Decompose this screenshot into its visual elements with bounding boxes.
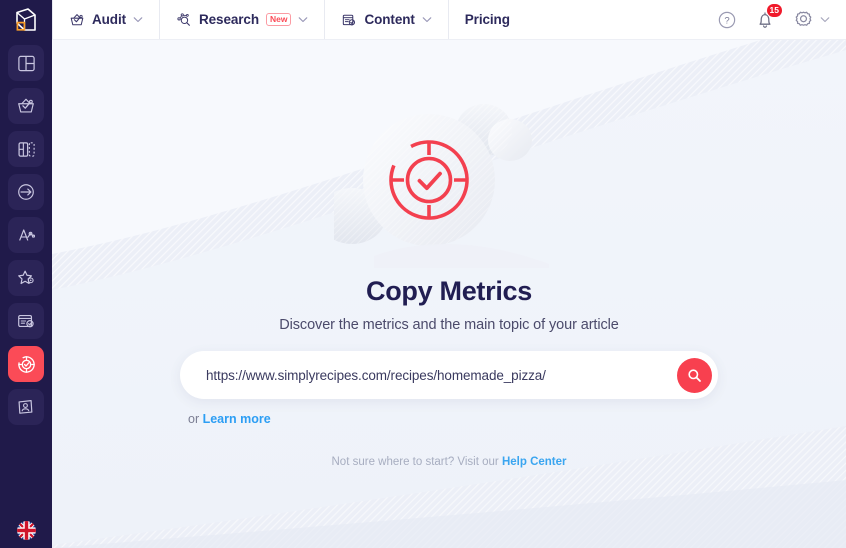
url-search-bar bbox=[180, 351, 718, 399]
sidebar-item-audit[interactable] bbox=[8, 88, 44, 124]
learn-more-link[interactable]: Learn more bbox=[203, 412, 271, 426]
grid-layout-icon bbox=[17, 55, 35, 71]
chevron-down-icon bbox=[133, 17, 143, 23]
main-region: Audit Research New Content Pricing ? 15 … bbox=[52, 0, 846, 548]
top-navbar: Audit Research New Content Pricing ? 15 bbox=[52, 0, 846, 40]
basket-check-icon bbox=[70, 13, 84, 25]
basket-check-icon bbox=[18, 98, 34, 113]
columns-icon bbox=[17, 141, 35, 157]
settings-button[interactable] bbox=[793, 9, 830, 30]
sidebar-item-content-editor[interactable] bbox=[8, 303, 44, 339]
learn-more-row: or Learn more bbox=[180, 412, 718, 426]
nav-label-pricing: Pricing bbox=[464, 12, 510, 27]
article-check-icon bbox=[18, 314, 34, 328]
logo-cube-icon bbox=[16, 8, 36, 31]
target-check-icon bbox=[17, 355, 35, 373]
or-label: or bbox=[188, 412, 203, 426]
hero-illustration bbox=[334, 88, 564, 268]
sidebar-item-backlinks[interactable] bbox=[8, 174, 44, 210]
help-note-text: Not sure where to start? Visit our bbox=[331, 456, 502, 468]
help-button[interactable]: ? bbox=[717, 10, 737, 30]
badge-new: New bbox=[266, 13, 292, 26]
star-gear-icon bbox=[18, 270, 34, 285]
search-submit-button[interactable] bbox=[677, 357, 712, 393]
gear-icon bbox=[795, 11, 812, 26]
help-center-note: Not sure where to start? Visit our Help … bbox=[332, 456, 567, 468]
left-sidebar bbox=[0, 0, 52, 548]
image-person-icon bbox=[18, 400, 33, 414]
document-check-icon bbox=[343, 14, 356, 25]
sidebar-item-site-structure[interactable] bbox=[8, 131, 44, 167]
target-check-illustration bbox=[334, 104, 549, 268]
chevron-down-icon bbox=[422, 17, 432, 23]
research-nodes-icon bbox=[177, 12, 190, 26]
sidebar-item-rank-tracker[interactable] bbox=[8, 217, 44, 253]
circle-arrow-icon bbox=[18, 184, 34, 200]
nav-item-audit[interactable]: Audit bbox=[52, 0, 160, 39]
nav-label-research: Research bbox=[199, 12, 259, 27]
nav-item-pricing[interactable]: Pricing bbox=[449, 0, 526, 39]
chevron-down-icon bbox=[299, 17, 308, 23]
notifications-button[interactable]: 15 bbox=[755, 2, 783, 30]
nav-item-research[interactable]: Research New bbox=[160, 0, 326, 39]
page-subtitle: Discover the metrics and the main topic … bbox=[279, 317, 619, 333]
nav-label-content: Content bbox=[364, 12, 415, 27]
sidebar-item-copy-metrics[interactable] bbox=[8, 346, 44, 382]
topbar-actions: ? 15 bbox=[717, 0, 846, 39]
help-center-link[interactable]: Help Center bbox=[502, 456, 567, 468]
sidebar-item-favorites[interactable] bbox=[8, 260, 44, 296]
analytics-nodes-icon bbox=[19, 229, 36, 241]
svg-text:?: ? bbox=[724, 15, 729, 26]
uk-flag-icon bbox=[16, 521, 36, 540]
nav-label-audit: Audit bbox=[92, 12, 126, 27]
language-selector[interactable] bbox=[0, 521, 52, 540]
sidebar-item-dashboard[interactable] bbox=[8, 45, 44, 81]
app-logo[interactable] bbox=[0, 0, 52, 40]
url-search-input[interactable] bbox=[206, 367, 677, 383]
notification-count-badge: 15 bbox=[765, 2, 783, 18]
page-title: Copy Metrics bbox=[366, 276, 532, 306]
chevron-down-icon bbox=[820, 17, 830, 23]
search-icon bbox=[688, 368, 701, 382]
app-root: Audit Research New Content Pricing ? 15 … bbox=[0, 0, 846, 548]
page-canvas: Copy Metrics Discover the metrics and th… bbox=[52, 40, 846, 548]
nav-item-content[interactable]: Content bbox=[325, 0, 449, 39]
sidebar-nav bbox=[8, 45, 44, 425]
sidebar-item-page-preview[interactable] bbox=[8, 389, 44, 425]
page-content: Copy Metrics Discover the metrics and th… bbox=[52, 40, 846, 548]
help-circle-icon: ? bbox=[718, 11, 736, 28]
